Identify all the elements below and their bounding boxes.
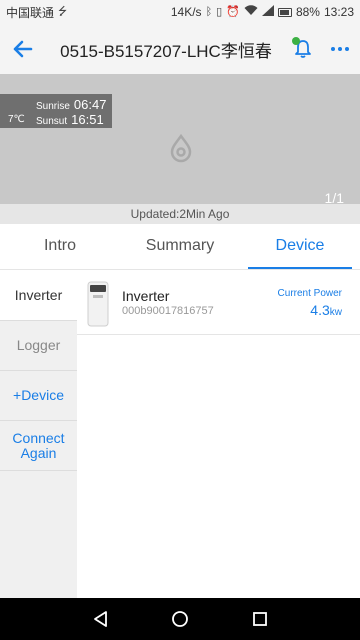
- sunset-label: Sunsut: [36, 116, 68, 127]
- sunrise-row: Sunrise 06:47: [36, 97, 106, 112]
- more-icon-dot: [338, 47, 342, 51]
- sunset-row: Sunsut 16:51: [36, 112, 104, 127]
- status-bar: 中国联通 ⭍ 14K/s ᛒ ▯ ⏰ 88% 13:23: [0, 0, 360, 24]
- more-button[interactable]: [320, 24, 360, 74]
- wifi-icon: [244, 5, 258, 19]
- temperature: 7℃: [8, 114, 25, 125]
- notification-dot: [292, 37, 300, 45]
- bluetooth-icon: ᛒ: [205, 6, 213, 18]
- nav-back-icon[interactable]: [92, 610, 108, 628]
- carrier-name: 中国联通: [6, 5, 55, 20]
- tab-intro[interactable]: Intro: [0, 224, 120, 269]
- device-type-sidebar: Inverter Logger +Device Connect Again: [0, 271, 77, 598]
- power-number: 4.3: [310, 302, 330, 318]
- current-power-value: 4.3kw: [310, 302, 342, 318]
- sidebar-item-inverter[interactable]: Inverter: [0, 271, 77, 321]
- alarm-icon: ⏰: [226, 6, 240, 18]
- device-list-item[interactable]: Inverter 000b90017816757 Current Power 4…: [77, 271, 360, 335]
- connect-again-button[interactable]: Connect Again: [0, 421, 77, 471]
- battery-level: 88%: [295, 5, 320, 19]
- tab-device[interactable]: Device: [240, 224, 360, 269]
- back-button[interactable]: [0, 24, 46, 74]
- inverter-device-icon: [87, 281, 109, 327]
- signal-icon: [261, 5, 274, 19]
- placeholder-logo-icon: [170, 134, 192, 163]
- battery-icon: [277, 7, 292, 17]
- weather-box: 7℃ Sunrise 06:47 Sunsut 16:51: [0, 94, 112, 128]
- status-right: 14K/s ᛒ ▯ ⏰ 88% 13:23: [171, 5, 354, 19]
- sunrise-label: Sunrise: [36, 101, 70, 112]
- page-title: 0515-B5157207-LHC李恒春: [60, 41, 272, 61]
- add-device-button[interactable]: +Device: [0, 371, 77, 421]
- net-speed: 14K/s: [170, 5, 202, 19]
- device-serial: 000b90017816757: [122, 305, 214, 317]
- nav-recents-icon[interactable]: [252, 611, 268, 627]
- carrier-group: 中国联通 ⭍: [6, 4, 67, 21]
- more-icon-dot: [345, 47, 349, 51]
- tab-summary[interactable]: Summary: [120, 224, 240, 269]
- app-header: 0515-B5157207-LHC李恒春: [0, 24, 360, 74]
- notification-button[interactable]: [286, 24, 320, 74]
- device-name: Inverter: [122, 288, 170, 304]
- plant-banner[interactable]: 7℃ Sunrise 06:47 Sunsut 16:51 1/1: [0, 74, 360, 206]
- back-arrow-icon: [13, 40, 33, 58]
- current-power-label: Current Power: [277, 288, 342, 299]
- sunrise-time: 06:47: [73, 97, 107, 112]
- usb-icon: ⭍: [58, 6, 68, 18]
- system-nav-bar: [0, 598, 360, 640]
- sidebar-item-logger[interactable]: Logger: [0, 321, 77, 371]
- nav-home-icon[interactable]: [171, 610, 189, 628]
- vibrate-icon: ▯: [216, 6, 223, 18]
- power-unit: kw: [329, 307, 342, 318]
- updated-status: Updated:2Min Ago: [0, 204, 360, 224]
- more-icon-dot: [331, 47, 335, 51]
- clock: 13:23: [323, 5, 354, 19]
- sunset-time: 16:51: [71, 112, 104, 127]
- tab-bar: Intro Summary Device: [0, 224, 360, 270]
